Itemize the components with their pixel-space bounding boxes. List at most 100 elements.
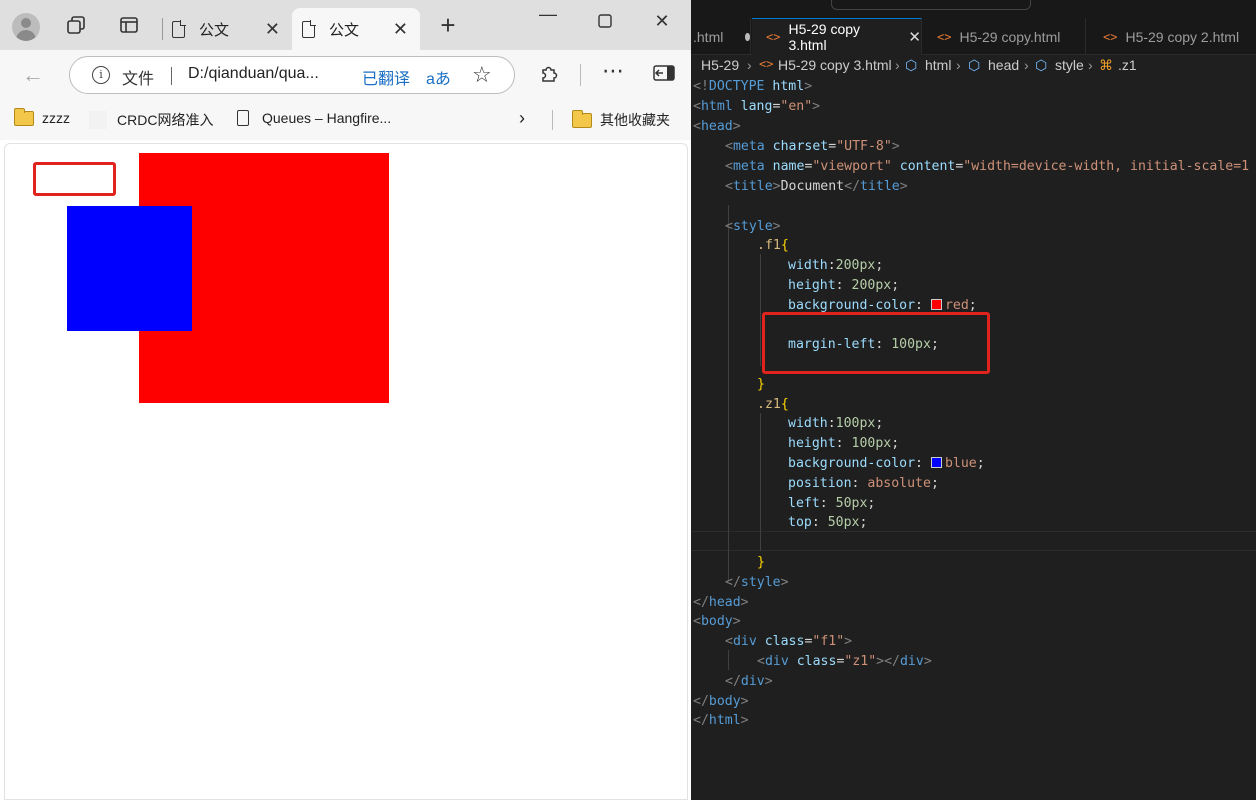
minimize-icon[interactable]: — [533,4,563,25]
code-line: </div> [725,674,773,689]
editor-tab-copy[interactable]: <> H5-29 copy.html [923,18,1086,55]
bookmark-hangfire[interactable]: Queues – Hangfire... [237,110,391,126]
tab-title: 公文 [199,21,230,39]
annotation-highlight-box [33,162,116,196]
html-file-icon: <> [937,29,952,44]
editor-tab-bar: .html <> H5-29 copy 3.html ✕ <> H5-29 co… [691,18,1256,55]
favorite-star-icon[interactable]: ☆ [472,62,492,88]
browser-tab-strip: 公文 ✕ 公文 ✕ + — ✕ [0,0,691,50]
close-tab-icon[interactable]: ✕ [908,28,921,46]
code-line: <!DOCTYPE html> [693,79,813,94]
code-line: width:200px; [788,258,884,273]
editor-tab-prev[interactable]: .html [691,18,751,55]
close-window-icon[interactable]: ✕ [647,11,677,32]
address-divider [171,67,172,85]
tab-label: H5-29 copy.html [959,28,1061,45]
favorites-divider [552,110,553,130]
tab-label: .html [693,28,724,45]
code-line: </body> [693,694,749,709]
bookmark-label: zzzz [42,110,70,126]
code-line: <body> [693,614,741,629]
selector-symbol-icon: ⌘ [1099,57,1113,73]
code-line: width:100px; [788,416,884,431]
code-line: } [757,555,765,570]
code-line: </style> [725,575,789,590]
code-line: height: 100px; [788,436,900,451]
toolbar-divider [580,64,581,86]
page-icon [302,19,316,38]
code-line: <head> [693,119,741,134]
collections-icon[interactable] [62,11,90,39]
unsaved-dot-icon [745,32,750,41]
code-line: </html> [693,713,749,728]
breadcrumb-file[interactable]: H5-29 copy 3.html [778,57,892,73]
address-bar[interactable]: i 文件 D:/qianduan/qua... 已翻译 aあ ☆ [69,56,515,94]
extensions-puzzle-icon[interactable] [539,62,561,90]
translated-badge[interactable]: 已翻译 [362,65,410,89]
code-line: top: 50px; [788,515,868,530]
profile-avatar-icon[interactable] [12,13,40,41]
protocol-label: 文件 [122,71,155,88]
close-tab-icon[interactable]: ✕ [265,19,280,40]
code-line: <html lang="en"> [693,99,821,114]
info-icon[interactable]: i [92,66,110,84]
bookmark-label: 其他收藏夹 [600,112,670,128]
sidebar-toggle-icon[interactable] [653,64,675,88]
code-line: <meta charset="UTF-8"> [725,139,900,154]
code-line: <title>Document</title> [725,179,908,194]
code-line: position: absolute; [788,476,939,491]
tab-actions-icon[interactable] [115,11,143,39]
element-cube-icon: ⬡ [968,57,981,73]
current-line-highlight [691,531,1256,551]
code-line: } [757,377,765,392]
indent-guide [728,205,729,580]
tab-separator [162,18,163,40]
element-cube-icon: ⬡ [905,57,918,73]
browser-tab-2[interactable]: 公文 ✕ [292,8,420,50]
indent-guide [760,254,761,366]
code-line: .z1{ [757,397,789,412]
element-cube-icon: ⬡ [1035,57,1048,73]
bookmark-label: CRDC网络准入 [117,112,214,128]
folder-icon [572,109,592,128]
breadcrumb: H5-29 › <> H5-29 copy 3.html › ⬡ html › … [691,55,1256,77]
url-text[interactable]: D:/qianduan/qua... [188,65,319,83]
annotation-highlight-box [762,312,990,374]
indent-guide [760,413,761,551]
breadcrumb-style[interactable]: style [1055,57,1084,73]
breadcrumb-head[interactable]: head [988,57,1019,73]
code-line: <style> [725,219,781,234]
code-line: <meta name="viewport" content="width=dev… [725,159,1250,174]
editor-title-bar [691,0,1256,18]
code-line: </head> [693,595,749,610]
editor-tab-active[interactable]: <> H5-29 copy 3.html ✕ [752,18,922,55]
new-tab-icon[interactable]: + [433,10,463,41]
bookmark-label: Queues – Hangfire... [262,110,392,126]
page-icon [172,19,186,38]
editor-tab-copy2[interactable]: <> H5-29 copy 2.html [1087,18,1256,55]
code-line: .f1{ [757,238,789,253]
translate-icon[interactable]: aあ [426,65,451,89]
indent-guide [728,650,729,670]
bookmark-folder-zzzz[interactable]: zzzz [14,107,70,126]
html-file-icon: <> [759,57,774,71]
code-editor: .html <> H5-29 copy 3.html ✕ <> H5-29 co… [691,0,1256,800]
chevron-right-icon[interactable]: › [519,108,525,129]
chevron-right-icon: › [956,57,961,73]
favicon-icon [89,111,107,129]
color-swatch-icon[interactable] [930,299,942,310]
browser-tab-1[interactable]: 公文 ✕ [172,8,288,50]
maximize-icon[interactable] [590,12,620,33]
color-swatch-icon[interactable] [930,457,942,468]
breadcrumb-selector[interactable]: .z1 [1118,57,1137,73]
close-tab-icon[interactable]: ✕ [393,19,408,40]
bookmark-crdc[interactable]: CRDC网络准入 [89,110,213,130]
bookmark-other-favorites[interactable]: 其他收藏夹 [572,109,670,130]
favorites-bar: zzzz CRDC网络准入 Queues – Hangfire... › 其他收… [0,100,691,140]
back-arrow-icon[interactable]: ← [22,62,44,88]
z1-blue-box [67,206,192,331]
breadcrumb-folder[interactable]: H5-29 [701,57,739,73]
command-center[interactable] [831,0,1031,10]
breadcrumb-html[interactable]: html [925,57,951,73]
more-options-icon[interactable]: ⋯ [602,58,625,84]
